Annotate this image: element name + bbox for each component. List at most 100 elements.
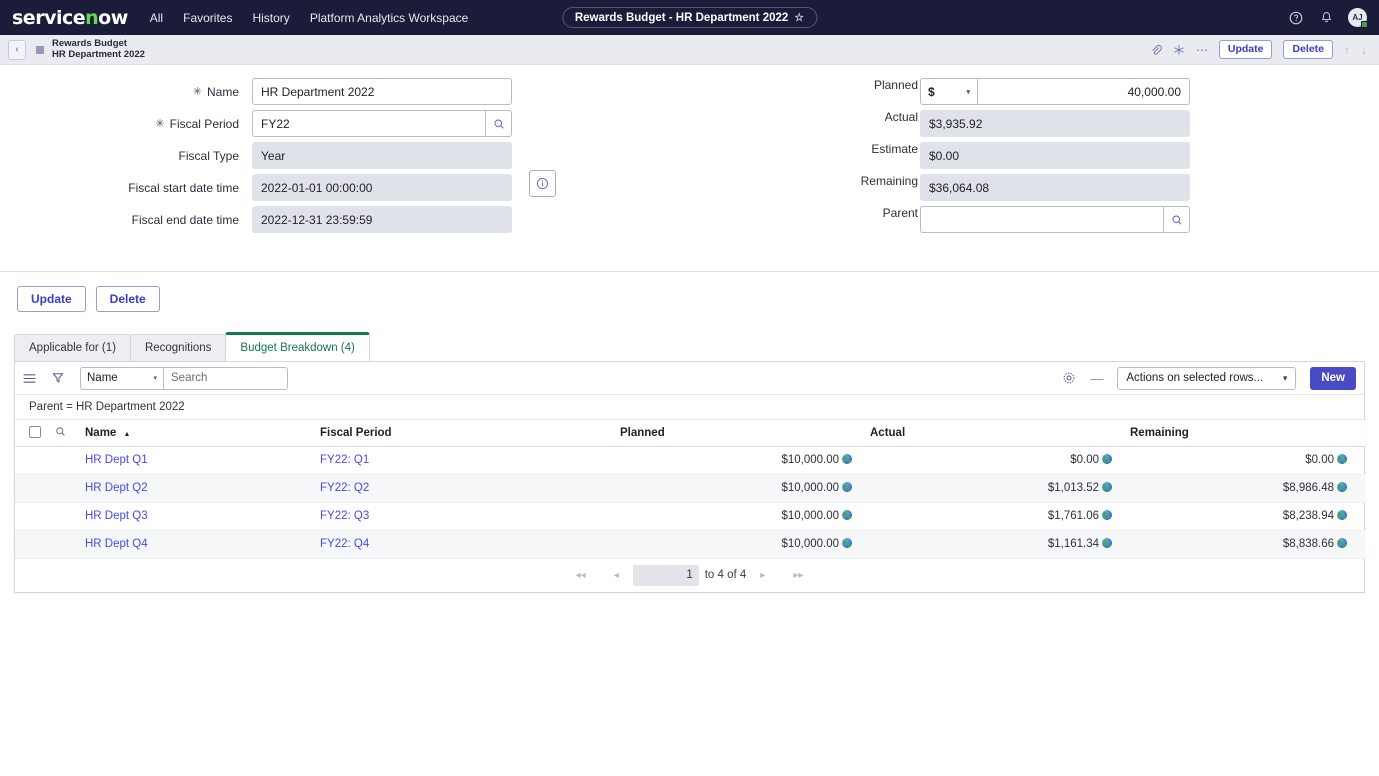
header-update-button[interactable]: Update [1218, 40, 1273, 59]
table-body: HR Dept Q1 FY22: Q1 $10,000.00 $0.00 $0.… [15, 446, 1365, 559]
row-link-name[interactable]: HR Dept Q4 [85, 538, 148, 550]
collapse-icon[interactable]: — [1090, 371, 1103, 386]
list-sort-field-select[interactable]: Name ▾ [80, 366, 163, 390]
list-filter-breadcrumb[interactable]: Parent = HR Department 2022 [15, 395, 1364, 420]
row-link-fiscal-period[interactable]: FY22: Q1 [320, 454, 369, 466]
help-icon[interactable] [1288, 10, 1304, 26]
cell-remaining: $8,838.66 [1130, 530, 1365, 559]
last-page-icon[interactable]: ▸▸ [779, 570, 817, 581]
chevron-down-icon: ▾ [153, 375, 157, 382]
back-button[interactable]: ‹ [8, 39, 26, 60]
currency-globe-icon [1102, 510, 1112, 520]
attachment-icon[interactable] [1150, 44, 1162, 56]
budget-breakdown-table: Name ▲ Fiscal Period Planned Actual Rema… [15, 420, 1365, 559]
parent-lookup-icon[interactable] [1163, 206, 1190, 233]
table-row[interactable]: HR Dept Q3 FY22: Q3 $10,000.00 $1,761.06… [15, 502, 1365, 531]
table-row[interactable]: HR Dept Q2 FY22: Q2 $10,000.00 $1,013.52… [15, 474, 1365, 503]
update-button[interactable]: Update [17, 286, 86, 312]
gear-icon[interactable] [1062, 371, 1076, 385]
required-indicator-fiscal-period: ✳ [155, 118, 165, 130]
next-record-icon[interactable]: ↓ [1361, 43, 1367, 57]
tab-applicable-for[interactable]: Applicable for (1) [14, 334, 131, 361]
column-header-name[interactable]: Name ▲ [85, 420, 320, 447]
row-link-name[interactable]: HR Dept Q3 [85, 510, 148, 522]
cell-name: HR Dept Q3 [85, 502, 320, 531]
currency-globe-icon [842, 538, 852, 548]
currency-globe-icon [1102, 482, 1112, 492]
currency-select[interactable]: $ ▾ [920, 78, 977, 105]
record-title: Rewards Budget HR Department 2022 [52, 38, 145, 61]
record-type-icon [36, 45, 44, 54]
field-label-actual: Actual [884, 110, 918, 124]
row-link-fiscal-period[interactable]: FY22: Q2 [320, 482, 369, 494]
tab-recognitions[interactable]: Recognitions [129, 334, 227, 361]
list-menu-icon[interactable] [23, 373, 36, 384]
list-pagination: ◂◂ ◂ 1 to 4 of 4 ▸ ▸▸ [15, 558, 1364, 592]
record-title-line2: HR Department 2022 [52, 48, 145, 60]
cell-remaining: $8,238.94 [1130, 502, 1365, 531]
nav-link-platform-analytics-workspace[interactable]: Platform Analytics Workspace [310, 11, 469, 25]
currency-globe-icon [842, 482, 852, 492]
favorite-star-icon[interactable]: ☆ [794, 11, 804, 24]
new-button[interactable]: New [1310, 366, 1356, 390]
field-label-fiscal-type: Fiscal Type [178, 148, 239, 163]
row-checkbox-cell[interactable] [15, 530, 85, 559]
fiscal-period-input[interactable]: FY22 [252, 110, 485, 137]
chevron-down-icon: ▾ [966, 88, 970, 96]
nav-link-all[interactable]: All [150, 11, 163, 25]
nav-right-actions: AJ [1288, 8, 1368, 28]
row-checkbox-cell[interactable] [15, 446, 85, 475]
field-fiscal-start-date-time: Fiscal start date time 2022-01-01 00:00:… [0, 174, 512, 201]
bell-icon[interactable] [1318, 10, 1334, 26]
field-name: ✳ Name HR Department 2022 [0, 78, 512, 105]
fiscal-period-info-icon[interactable] [529, 170, 556, 197]
list-search-input[interactable]: Search [163, 366, 288, 390]
column-header-fiscal-period[interactable]: Fiscal Period [320, 420, 620, 447]
sort-ascending-icon: ▲ [123, 430, 131, 438]
nav-link-history[interactable]: History [252, 11, 289, 25]
row-checkbox-cell[interactable] [15, 502, 85, 531]
select-all-checkbox[interactable] [29, 426, 41, 439]
cell-planned: $10,000.00 [620, 530, 870, 559]
row-link-fiscal-period[interactable]: FY22: Q4 [320, 538, 369, 550]
record-tab-pill[interactable]: Rewards Budget - HR Department 2022 ☆ [561, 7, 818, 28]
previous-record-icon[interactable]: ↑ [1344, 43, 1350, 57]
tab-budget-breakdown[interactable]: Budget Breakdown (4) [225, 332, 370, 361]
row-checkbox-cell[interactable] [15, 474, 85, 503]
field-label-fiscal-period: Fiscal Period [169, 116, 239, 131]
field-actual: Actual [690, 110, 918, 124]
parent-input[interactable] [920, 206, 1163, 233]
page-number-input[interactable]: 1 [632, 564, 699, 586]
nav-link-favorites[interactable]: Favorites [183, 11, 232, 25]
field-planned: Planned [690, 78, 918, 92]
more-options-icon[interactable]: ⋯ [1196, 43, 1208, 57]
next-page-icon[interactable]: ▸ [746, 570, 779, 581]
servicenow-logo[interactable]: servicenow [12, 7, 128, 29]
avatar[interactable]: AJ [1348, 8, 1368, 28]
planned-amount-input[interactable]: 40,000.00 [977, 78, 1190, 105]
actions-on-selected-rows-select[interactable]: Actions on selected rows... ▾ [1117, 366, 1297, 390]
cell-name: HR Dept Q1 [85, 446, 320, 475]
ai-sparkle-icon[interactable] [1173, 44, 1185, 56]
column-search-icon[interactable] [55, 427, 66, 439]
row-link-name[interactable]: HR Dept Q2 [85, 482, 148, 494]
name-input[interactable]: HR Department 2022 [252, 78, 512, 105]
row-link-fiscal-period[interactable]: FY22: Q3 [320, 510, 369, 522]
cell-actual: $0.00 [870, 446, 1130, 475]
fiscal-period-lookup-icon[interactable] [485, 110, 512, 137]
column-header-planned[interactable]: Planned [620, 420, 870, 447]
cell-actual-value: $1,761.06 [1047, 510, 1099, 522]
row-link-name[interactable]: HR Dept Q1 [85, 454, 148, 466]
delete-button[interactable]: Delete [95, 286, 160, 312]
table-row[interactable]: HR Dept Q4 FY22: Q4 $10,000.00 $1,161.34… [15, 530, 1365, 559]
filter-icon[interactable] [52, 372, 64, 384]
column-header-remaining[interactable]: Remaining [1130, 420, 1365, 447]
chevron-down-icon: ▾ [1282, 372, 1288, 383]
header-delete-button[interactable]: Delete [1283, 40, 1333, 59]
table-row[interactable]: HR Dept Q1 FY22: Q1 $10,000.00 $0.00 $0.… [15, 446, 1365, 475]
previous-page-icon[interactable]: ◂ [600, 570, 633, 581]
currency-globe-icon [1337, 454, 1347, 464]
column-header-actual[interactable]: Actual [870, 420, 1130, 447]
list-toolbar: Name ▾ Search — Actions on selected rows… [15, 362, 1364, 395]
first-page-icon[interactable]: ◂◂ [562, 570, 600, 581]
